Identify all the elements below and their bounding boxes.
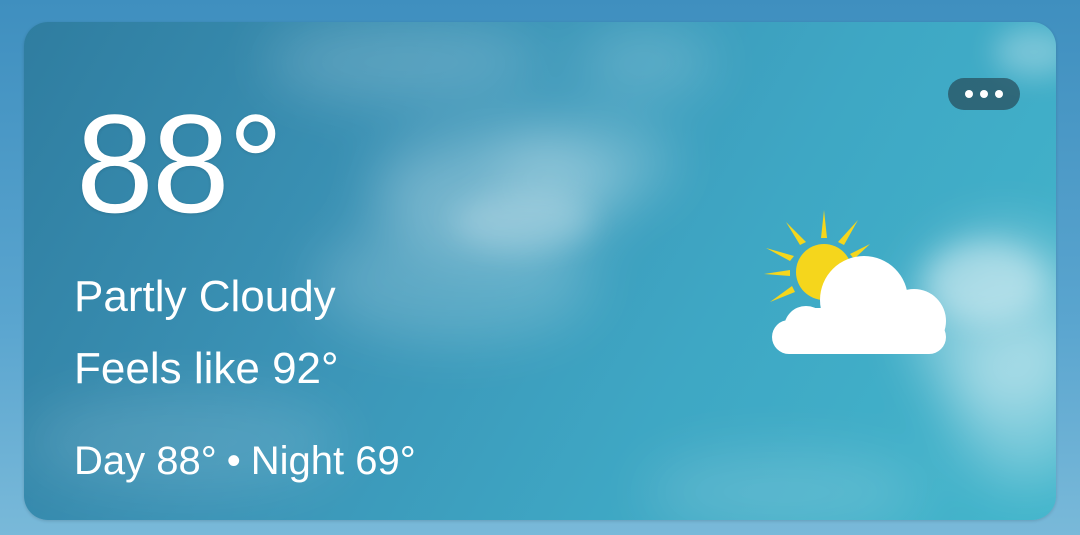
separator-dot: • [226, 439, 241, 483]
day-night-temperatures: Day 88° • Night 69° [74, 438, 416, 484]
more-options-button[interactable] [948, 78, 1020, 110]
weather-widget-card[interactable]: 88° Partly Cloudy Feels like 92° Day 88°… [24, 22, 1056, 520]
more-horizontal-icon [965, 90, 973, 98]
feels-like-text: Feels like 92° [74, 344, 339, 393]
more-horizontal-icon [995, 90, 1003, 98]
more-horizontal-icon [980, 90, 988, 98]
day-temperature: Day 88° [74, 439, 217, 483]
current-temperature: 88° [76, 85, 284, 242]
condition-text: Partly Cloudy [74, 272, 336, 321]
partly-cloudy-icon [764, 210, 946, 354]
night-temperature: Night 69° [250, 439, 416, 483]
